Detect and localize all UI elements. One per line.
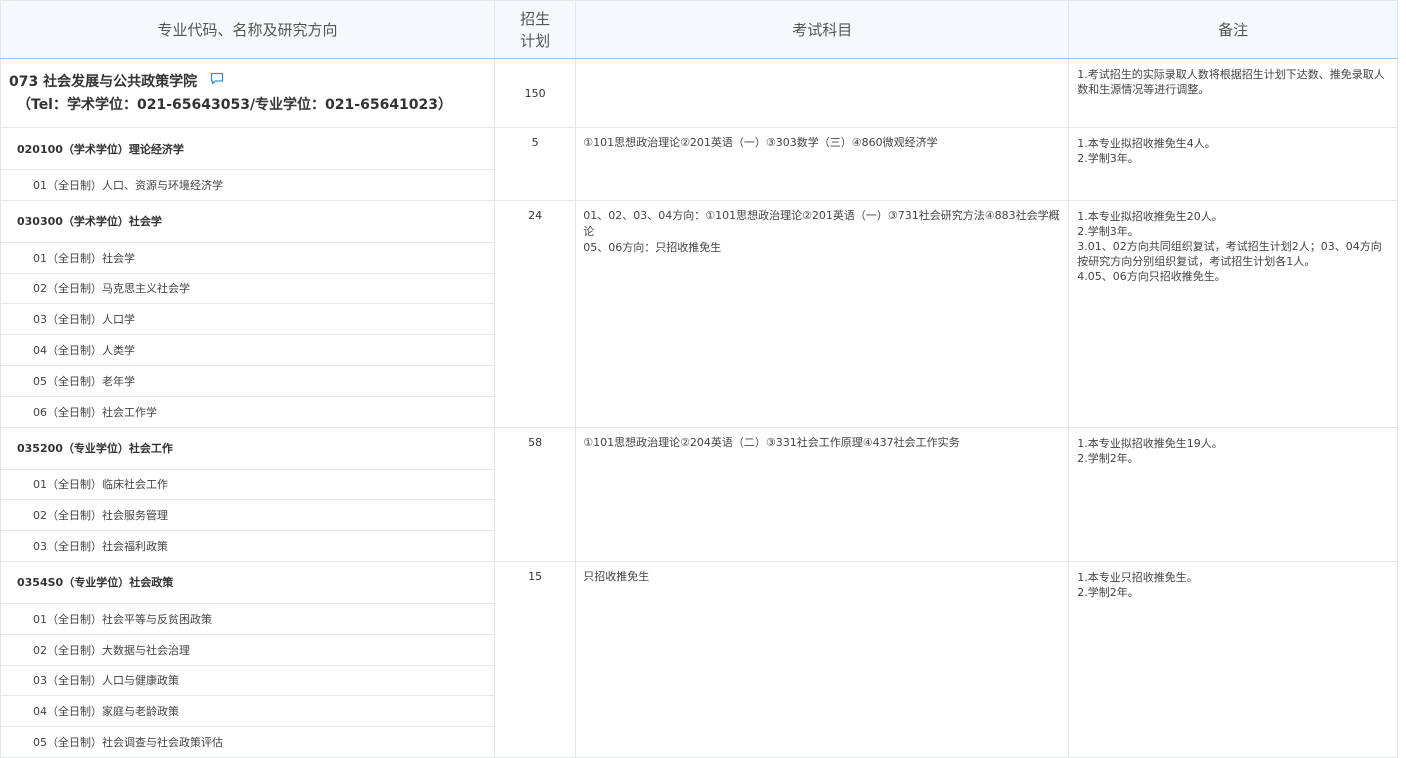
school-name: 073 社会发展与公共政策学院 — [9, 74, 198, 90]
major-exam: 只招收推免生 — [575, 560, 1070, 758]
direction-name: 05（全日制）老年学 — [0, 364, 496, 397]
direction-name: 06（全日制）社会工作学 — [0, 395, 496, 428]
school-row: 073 社会发展与公共政策学院 （Tel：学术学位：021-65643053/专… — [0, 58, 1398, 128]
major-title: 035200（专业学位）社会工作 — [0, 426, 496, 470]
note-line: 1.本专业拟招收推免生19人。 — [1077, 436, 1223, 450]
header-exam-subjects: 考试科目 — [575, 0, 1070, 59]
direction-name: 01（全日制）人口、资源与环境经济学 — [0, 169, 496, 201]
major-notes: 1.本专业拟招收推免生19人。 2.学制2年。 — [1068, 426, 1398, 562]
major-title: 020100（学术学位）理论经济学 — [0, 127, 496, 170]
header-plan: 招生 计划 — [494, 0, 577, 59]
major-plan: 24 — [494, 199, 577, 428]
exam-line: 01、02、03、04方向：①101思想政治理论②201英语（一）③731社会研… — [583, 208, 1060, 238]
exam-line: ①101思想政治理论②201英语（一）③303数学（三）④860微观经济学 — [583, 136, 938, 149]
table-header-row: 专业代码、名称及研究方向 招生 计划 考试科目 备注 — [0, 0, 1398, 59]
direction-name: 03（全日制）人口与健康政策 — [0, 664, 496, 697]
major-row: 035200（专业学位）社会工作 58 ①101思想政治理论②204英语（二）③33… — [0, 426, 1398, 562]
header-plan-line1: 招生 — [520, 9, 551, 28]
note-line: 2.学制2年。 — [1077, 585, 1139, 599]
note-line: 2.学制3年。 — [1077, 152, 1139, 165]
direction-name: 02（全日制）社会服务管理 — [0, 499, 496, 532]
major-row: 020100（学术学位）理论经济学 5 ①101思想政治理论②201英语（一）③30… — [0, 127, 1398, 201]
major-exam: ①101思想政治理论②204英语（二）③331社会工作原理④437社会工作实务 — [575, 426, 1070, 562]
major-row: 030300（学术学位）社会学 24 01、02、03、04方向：①101思想政治理… — [0, 199, 1398, 428]
major-plan: 15 — [494, 560, 577, 758]
direction-name: 05（全日制）社会调查与社会政策评估 — [0, 726, 496, 758]
major-notes: 1.本专业拟招收推免生20人。 2.学制3年。 3.01、02方向共同组织复试，考试… — [1068, 199, 1398, 428]
direction-name: 03（全日制）社会福利政策 — [0, 530, 496, 562]
note-line: 1.本专业只招收推免生。 — [1077, 570, 1198, 584]
note-line: 2.学制3年。 — [1077, 224, 1139, 238]
direction-name: 02（全日制）大数据与社会治理 — [0, 633, 496, 666]
direction-name: 02（全日制）马克思主义社会学 — [0, 272, 496, 305]
major-exam: ①101思想政治理论②201英语（一）③303数学（三）④860微观经济学 — [575, 127, 1070, 201]
note-line: 1.本专业拟招收推免生4人。 — [1077, 137, 1216, 150]
major-notes: 1.本专业只招收推免生。 2.学制2年。 — [1068, 560, 1398, 758]
major-title: 030300（学术学位）社会学 — [0, 199, 496, 243]
exam-line: 05、06方向：只招收推免生 — [583, 240, 722, 254]
message-icon[interactable] — [210, 70, 224, 92]
exam-line: ①101思想政治理论②204英语（二）③331社会工作原理④437社会工作实务 — [583, 435, 960, 449]
direction-name: 01（全日制）社会平等与反贫困政策 — [0, 602, 496, 635]
school-info-cell: 073 社会发展与公共政策学院 （Tel：学术学位：021-65643053/专… — [0, 58, 496, 128]
direction-name: 03（全日制）人口学 — [0, 303, 496, 336]
major-notes: 1.本专业拟招收推免生4人。 2.学制3年。 — [1068, 127, 1398, 201]
school-tel: （Tel：学术学位：021-65643053/专业学位：021-65641023… — [17, 97, 453, 113]
note-line: 2.学制2年。 — [1077, 451, 1139, 465]
major-title: 0354S0（专业学位）社会政策 — [0, 560, 496, 604]
school-note: 1.考试招生的实际录取人数将根据招生计划下达数、推免录取人数和生源情况等进行调整… — [1068, 58, 1398, 128]
school-name-line: 073 社会发展与公共政策学院 — [9, 71, 494, 93]
direction-name: 01（全日制）临床社会工作 — [0, 468, 496, 501]
note-line: 4.05、06方向只招收推免生。 — [1077, 269, 1226, 283]
header-major-name: 专业代码、名称及研究方向 — [0, 0, 496, 59]
major-row: 0354S0（专业学位）社会政策 15 只招收推免生 1.本专业只招收推免生。 2.学制… — [0, 560, 1398, 758]
major-plan: 5 — [494, 127, 577, 201]
direction-name: 04（全日制）家庭与老龄政策 — [0, 695, 496, 728]
direction-name: 01（全日制）社会学 — [0, 241, 496, 274]
exam-line: 只招收推免生 — [583, 569, 650, 583]
enrollment-table: 专业代码、名称及研究方向 招生 计划 考试科目 备注 073 社会发展与公共政策… — [0, 0, 1398, 758]
note-line: 3.01、02方向共同组织复试，考试招生计划2人；03、04方向按研究方向分别组… — [1077, 239, 1382, 268]
school-exam — [575, 58, 1070, 128]
major-exam: 01、02、03、04方向：①101思想政治理论②201英语（一）③731社会研… — [575, 199, 1070, 428]
header-notes: 备注 — [1068, 0, 1398, 59]
note-line: 1.本专业拟招收推免生20人。 — [1077, 209, 1223, 223]
major-plan: 58 — [494, 426, 577, 562]
header-plan-line2: 计划 — [520, 31, 551, 50]
direction-name: 04（全日制）人类学 — [0, 334, 496, 366]
school-plan: 150 — [494, 58, 577, 128]
